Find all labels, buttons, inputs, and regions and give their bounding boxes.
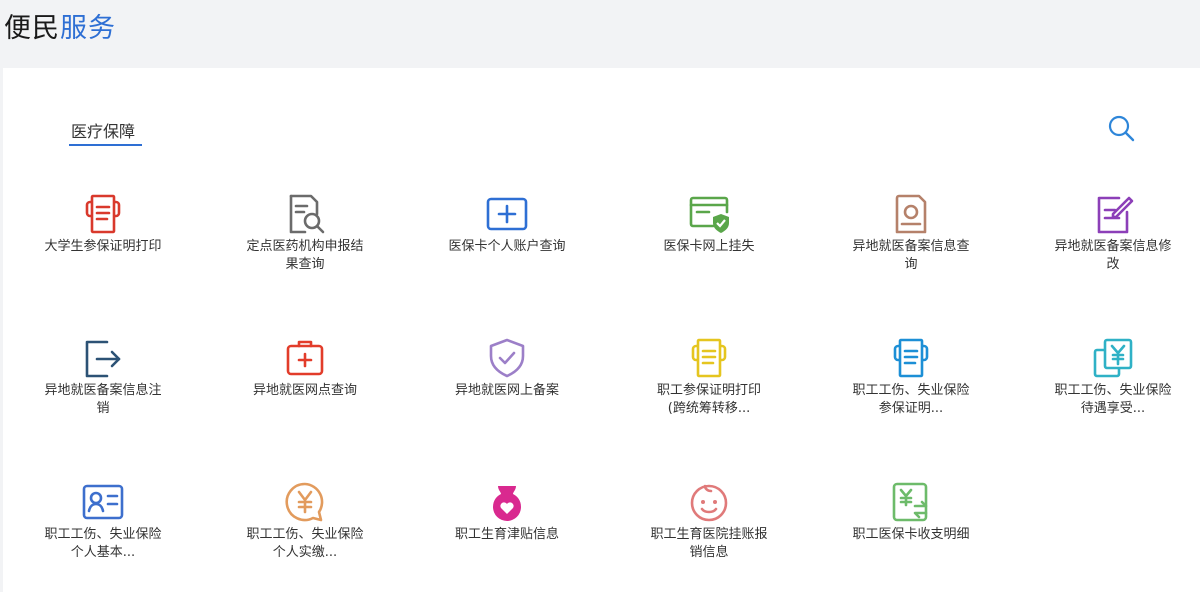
card-plus-icon bbox=[485, 192, 529, 236]
print-doc-icon bbox=[81, 192, 125, 236]
page-title-part2: 服务 bbox=[60, 13, 116, 44]
service-item-15[interactable]: 职工生育津贴信息 bbox=[437, 480, 577, 590]
service-item-16[interactable]: 职工生育医院挂账报销信息 bbox=[639, 480, 779, 590]
record-search-icon bbox=[889, 192, 933, 236]
yuan-bubble-icon bbox=[283, 480, 327, 524]
tab-active-indicator bbox=[69, 144, 142, 146]
baby-face-icon bbox=[687, 480, 731, 524]
tab-medical-insurance[interactable]: 医疗保障 bbox=[69, 118, 137, 146]
service-item-label: 异地就医备案信息修改 bbox=[1054, 239, 1172, 272]
service-item-8[interactable]: 异地就医网点查询 bbox=[235, 336, 375, 446]
service-item-2[interactable]: 定点医药机构申报结果查询 bbox=[235, 192, 375, 302]
service-item-label: 异地就医备案信息查询 bbox=[852, 239, 970, 272]
service-item-label: 职工工伤、失业保险待遇享受... bbox=[1054, 383, 1172, 416]
service-item-13[interactable]: 职工工伤、失业保险个人基本... bbox=[33, 480, 173, 590]
service-item-label: 异地就医网上备案 bbox=[454, 383, 559, 398]
medkit-icon bbox=[283, 336, 327, 380]
service-item-label: 职工工伤、失业保险个人实缴... bbox=[246, 527, 364, 560]
service-item-label: 定点医药机构申报结果查询 bbox=[246, 239, 364, 272]
shield-check-icon bbox=[485, 336, 529, 380]
service-item-label: 职工生育医院挂账报销信息 bbox=[650, 527, 768, 560]
page-title: 便民服务 bbox=[4, 6, 116, 45]
service-item-17[interactable]: 职工医保卡收支明细 bbox=[841, 480, 981, 590]
service-item-label: 职工医保卡收支明细 bbox=[852, 527, 970, 542]
doc-search-icon bbox=[283, 192, 327, 236]
service-item-10[interactable]: 职工参保证明打印(跨统筹转移... bbox=[639, 336, 779, 446]
edit-doc-icon bbox=[1091, 192, 1135, 236]
service-item-7[interactable]: 异地就医备案信息注销 bbox=[33, 336, 173, 446]
service-item-5[interactable]: 异地就医备案信息查询 bbox=[841, 192, 981, 302]
service-item-14[interactable]: 职工工伤、失业保险个人实缴... bbox=[235, 480, 375, 590]
exit-icon bbox=[81, 336, 125, 380]
service-item-label: 异地就医备案信息注销 bbox=[44, 383, 162, 416]
service-item-label: 职工工伤、失业保险个人基本... bbox=[44, 527, 162, 560]
service-item-label: 职工生育津贴信息 bbox=[454, 527, 559, 542]
service-item-4[interactable]: 医保卡网上挂失 bbox=[639, 192, 779, 302]
page-header: 便民服务 bbox=[0, 0, 1200, 68]
service-item-label: 医保卡个人账户查询 bbox=[448, 239, 566, 254]
service-item-1[interactable]: 大学生参保证明打印 bbox=[33, 192, 173, 302]
service-item-label: 职工工伤、失业保险参保证明... bbox=[852, 383, 970, 416]
service-item-label: 大学生参保证明打印 bbox=[44, 239, 162, 254]
browser-shield-icon bbox=[687, 192, 731, 236]
service-item-9[interactable]: 异地就医网上备案 bbox=[437, 336, 577, 446]
service-item-11[interactable]: 职工工伤、失业保险参保证明... bbox=[841, 336, 981, 446]
page-title-part1: 便民 bbox=[4, 13, 60, 44]
yuan-card-icon bbox=[1091, 336, 1135, 380]
print-doc-icon bbox=[889, 336, 933, 380]
service-item-label: 职工参保证明打印(跨统筹转移... bbox=[656, 383, 761, 416]
service-item-6[interactable]: 异地就医备案信息修改 bbox=[1043, 192, 1183, 302]
id-card-icon bbox=[81, 480, 125, 524]
maternity-icon bbox=[485, 480, 529, 524]
print-doc-icon bbox=[687, 336, 731, 380]
service-item-label: 医保卡网上挂失 bbox=[663, 239, 755, 254]
service-item-label: 异地就医网点查询 bbox=[252, 383, 357, 398]
search-icon[interactable] bbox=[1105, 112, 1137, 144]
service-item-12[interactable]: 职工工伤、失业保险待遇享受... bbox=[1043, 336, 1183, 446]
service-item-3[interactable]: 医保卡个人账户查询 bbox=[437, 192, 577, 302]
yuan-transfer-icon bbox=[889, 480, 933, 524]
services-panel: 医疗保障 大学生参保证明打印 定点医药机构申报结果查询 医保卡个人账户查询 医保卡网上… bbox=[3, 68, 1200, 592]
